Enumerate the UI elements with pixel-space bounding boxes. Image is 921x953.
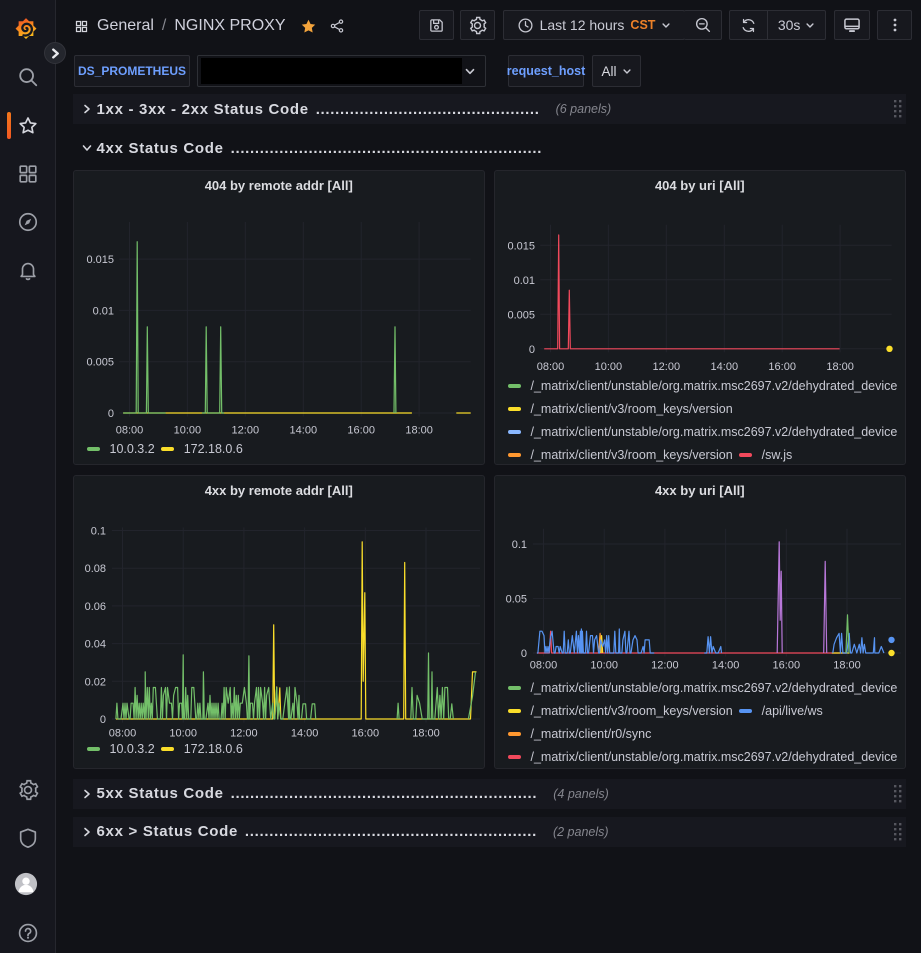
svg-text:18:00: 18:00 [833, 659, 861, 671]
svg-text:0: 0 [99, 714, 105, 726]
svg-text:08:00: 08:00 [529, 659, 557, 671]
svg-text:14:00: 14:00 [710, 361, 738, 373]
svg-text:0.005: 0.005 [86, 356, 114, 368]
svg-text:0: 0 [520, 648, 526, 660]
svg-text:18:00: 18:00 [405, 424, 433, 436]
svg-text:0.1: 0.1 [90, 525, 105, 537]
svg-text:14:00: 14:00 [290, 727, 318, 739]
svg-text:14:00: 14:00 [289, 424, 317, 436]
svg-text:12:00: 12:00 [230, 727, 258, 739]
svg-text:08:00: 08:00 [115, 424, 143, 436]
svg-text:0.01: 0.01 [92, 305, 113, 317]
svg-text:0.04: 0.04 [84, 638, 105, 650]
svg-text:0: 0 [107, 408, 113, 420]
svg-text:10:00: 10:00 [173, 424, 201, 436]
svg-text:16:00: 16:00 [347, 424, 375, 436]
svg-text:12:00: 12:00 [652, 361, 680, 373]
svg-text:0.05: 0.05 [505, 593, 526, 605]
svg-text:18:00: 18:00 [826, 361, 854, 373]
svg-text:0.06: 0.06 [84, 600, 105, 612]
svg-text:12:00: 12:00 [231, 424, 259, 436]
svg-text:08:00: 08:00 [536, 361, 564, 373]
svg-text:0.08: 0.08 [84, 563, 105, 575]
svg-text:0.015: 0.015 [86, 254, 114, 266]
svg-text:0.015: 0.015 [507, 240, 535, 252]
svg-text:16:00: 16:00 [768, 361, 796, 373]
svg-text:12:00: 12:00 [651, 659, 679, 671]
svg-text:0.01: 0.01 [513, 274, 534, 286]
svg-text:0: 0 [528, 343, 534, 355]
svg-text:10:00: 10:00 [594, 361, 622, 373]
svg-text:16:00: 16:00 [351, 727, 379, 739]
svg-text:16:00: 16:00 [772, 659, 800, 671]
svg-text:18:00: 18:00 [412, 727, 440, 739]
svg-text:10:00: 10:00 [590, 659, 618, 671]
svg-text:0.005: 0.005 [507, 309, 535, 321]
svg-text:14:00: 14:00 [711, 659, 739, 671]
svg-text:0.1: 0.1 [511, 539, 526, 551]
svg-text:0.02: 0.02 [84, 676, 105, 688]
svg-text:10:00: 10:00 [169, 727, 197, 739]
svg-text:08:00: 08:00 [108, 727, 136, 739]
